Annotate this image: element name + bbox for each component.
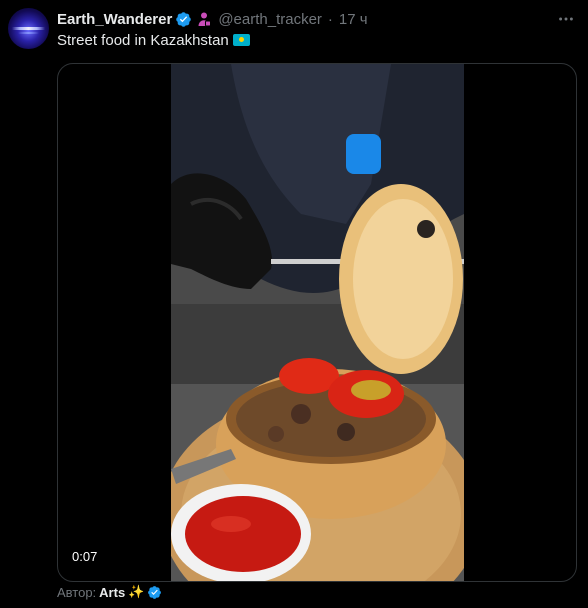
post-text: Street food in Kazakhstan [57,31,250,51]
separator-dot: · [327,10,333,28]
affiliate-person-icon[interactable] [196,11,212,27]
avatar[interactable] [8,8,49,49]
author-credit: Автор: Arts ✨ [57,584,162,600]
sparkle-emoji: ✨ [128,584,145,599]
kazakhstan-flag-icon [232,34,250,46]
video-player[interactable]: 0:07 [57,63,577,582]
more-dots-icon[interactable] [556,9,576,29]
video-duration: 0:07 [72,549,98,564]
display-name[interactable]: Earth_Wanderer [57,11,172,28]
post-time[interactable]: 17 ч [339,11,368,28]
user-handle[interactable]: @earth_tracker [218,11,322,28]
video-frame[interactable] [171,64,464,581]
post-header: Earth_Wanderer @earth_tracker · 17 ч [57,9,368,29]
author-name[interactable]: Arts [99,585,125,600]
avatar-glow-secondary [18,32,39,34]
verified-badge-icon [147,585,162,600]
author-label: Автор: [57,584,97,600]
avatar-glow [12,27,45,30]
verified-badge-icon [175,11,192,28]
food-video-still [171,64,464,581]
post-text-content: Street food in Kazakhstan [57,32,229,49]
